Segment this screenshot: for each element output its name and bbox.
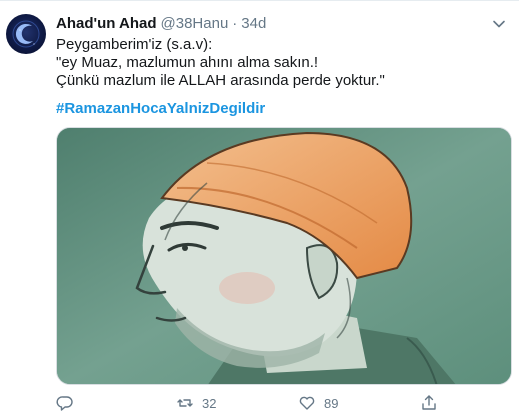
retweet-count: 32 [202,395,217,411]
tweet-text-line: "ey Muaz, mazlumun ahını alma sakın.! [56,54,319,71]
share-icon [422,395,436,410]
tweet-image[interactable] [56,127,512,385]
tweet-text: Peygamberim'iz (s.a.v): "ey Muaz, mazlum… [56,36,506,90]
heart-icon [299,396,315,410]
portrait-illustration [57,128,511,384]
tweet-actions: 32 89 [56,392,476,414]
tweet-header: Ahad'un Ahad @38Hanu · 34d [56,14,266,34]
divider [0,0,519,1]
share-button[interactable] [420,392,438,414]
tweet-card[interactable]: Ahad'un Ahad @38Hanu · 34d Peygamberim'iz (… [0,0,519,417]
timestamp[interactable]: 34d [241,15,266,32]
reply-button[interactable] [56,392,82,414]
crescent-moon-icon [12,20,40,48]
like-count: 89 [324,395,339,411]
display-name[interactable]: Ahad'un Ahad [56,15,157,32]
user-handle[interactable]: @38Hanu [161,15,229,32]
avatar[interactable] [6,14,46,54]
separator-dot: · [232,15,238,32]
like-button[interactable]: 89 [298,392,338,414]
retweet-button[interactable]: 32 [176,392,216,414]
retweet-icon [177,399,193,407]
more-menu-button[interactable] [489,14,509,34]
tweet-text-line: Peygamberim'iz (s.a.v): [56,36,213,53]
chevron-down-icon [493,20,505,28]
reply-icon [56,396,73,411]
hashtag-link[interactable]: #RamazanHocaYalnizDegildir [56,100,265,118]
tweet-text-line: Çünkü mazlum ile ALLAH arasında perde yo… [56,72,385,89]
